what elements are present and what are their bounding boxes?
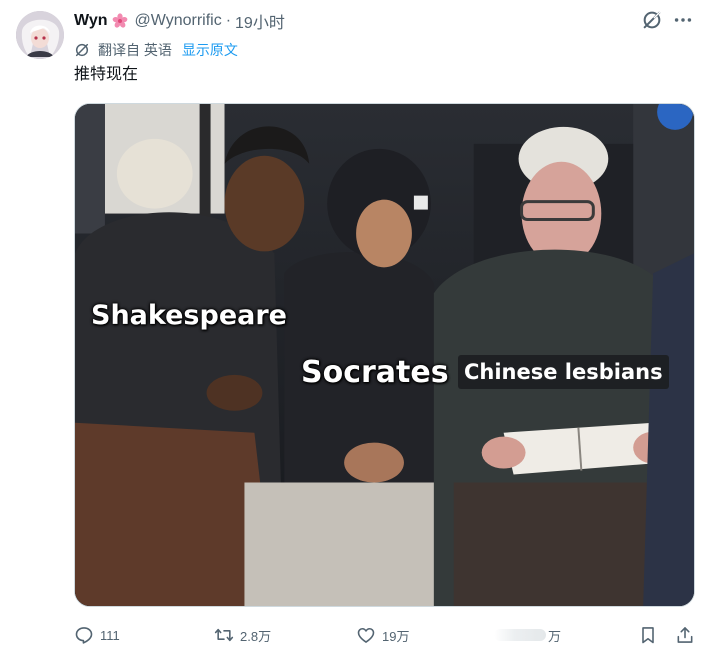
reply-icon xyxy=(75,627,93,644)
caption-shakespeare: Shakespeare xyxy=(91,300,287,331)
like-button[interactable]: 19万 xyxy=(356,622,409,648)
heart-icon xyxy=(357,627,375,643)
display-name[interactable]: Wyn xyxy=(74,12,107,30)
views-count-obscured xyxy=(494,629,546,641)
reply-count: 111 xyxy=(100,627,120,643)
tweet: Wyn @Wynorrific · 19小时 翻译自 英语 显示原文 推特现在 … xyxy=(0,0,714,660)
more-options-icon[interactable] xyxy=(672,9,694,31)
views-button[interactable]: 万 xyxy=(494,622,561,648)
views-count: 万 xyxy=(548,628,562,644)
retweet-button[interactable]: 2.8万 xyxy=(214,622,271,648)
share-button[interactable] xyxy=(675,622,695,648)
sakura-icon xyxy=(112,13,128,29)
action-bar: 111 2.8万 19万 万 xyxy=(74,622,699,648)
show-original-link[interactable]: 显示原文 xyxy=(182,40,238,60)
tweet-timestamp[interactable]: 19小时 xyxy=(235,9,285,33)
bookmark-icon xyxy=(642,627,654,644)
translation-row: 翻译自 英语 显示原文 xyxy=(74,40,238,60)
separator-dot: · xyxy=(225,12,232,29)
retweet-icon xyxy=(214,628,234,642)
grok-icon[interactable] xyxy=(641,9,663,31)
user-handle[interactable]: @Wynorrific xyxy=(134,12,221,30)
translate-icon xyxy=(75,43,89,57)
caption-chinese-lesbians: Chinese lesbians xyxy=(458,355,669,389)
caption-socrates: Socrates xyxy=(301,355,449,390)
tweet-header: Wyn @Wynorrific · 19小时 xyxy=(74,10,285,32)
tweet-text: 推特现在 xyxy=(74,66,139,83)
avatar[interactable] xyxy=(16,11,64,59)
tweet-media-image[interactable]: Shakespeare Socrates Chinese lesbians xyxy=(74,103,695,607)
share-icon xyxy=(677,627,693,643)
avatar-image xyxy=(16,11,64,59)
bookmark-button[interactable] xyxy=(638,622,658,648)
reply-button[interactable]: 111 xyxy=(74,622,120,648)
like-count: 19万 xyxy=(382,628,410,644)
retweet-count: 2.8万 xyxy=(240,628,272,644)
translated-from-label: 翻译自 英语 xyxy=(98,42,172,58)
